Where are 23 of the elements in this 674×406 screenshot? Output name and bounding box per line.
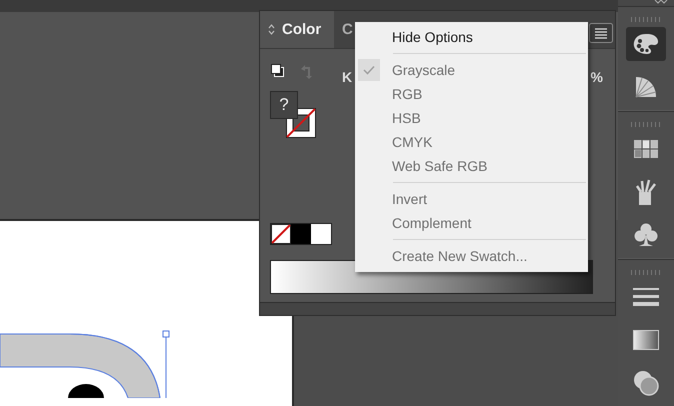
fan-icon — [634, 75, 658, 99]
grid-icon — [634, 140, 658, 158]
percent-label: % — [590, 69, 603, 85]
collapse-icon[interactable] — [654, 0, 668, 6]
default-colors-icon[interactable] — [270, 63, 285, 78]
gradient-icon — [633, 330, 660, 350]
color-swatch[interactable] — [291, 224, 311, 244]
circles-icon — [633, 370, 660, 396]
palette-dock-button[interactable] — [626, 27, 666, 61]
lines-icon — [633, 287, 660, 307]
menu-item[interactable]: Hide Options — [355, 25, 588, 49]
panel-tab[interactable]: Color — [260, 11, 334, 48]
resize-grip[interactable] — [260, 302, 615, 315]
fill-swatch[interactable]: ? — [270, 91, 298, 119]
palette-icon — [632, 32, 660, 56]
none-swatch[interactable] — [271, 224, 291, 244]
menu-icon[interactable] — [589, 23, 613, 43]
brushes-icon — [634, 178, 658, 206]
slider-label: K — [342, 69, 352, 85]
checkmark-icon — [358, 59, 380, 81]
color-swatch[interactable] — [311, 224, 331, 244]
updown-icon — [268, 24, 275, 35]
club-icon — [634, 222, 658, 248]
